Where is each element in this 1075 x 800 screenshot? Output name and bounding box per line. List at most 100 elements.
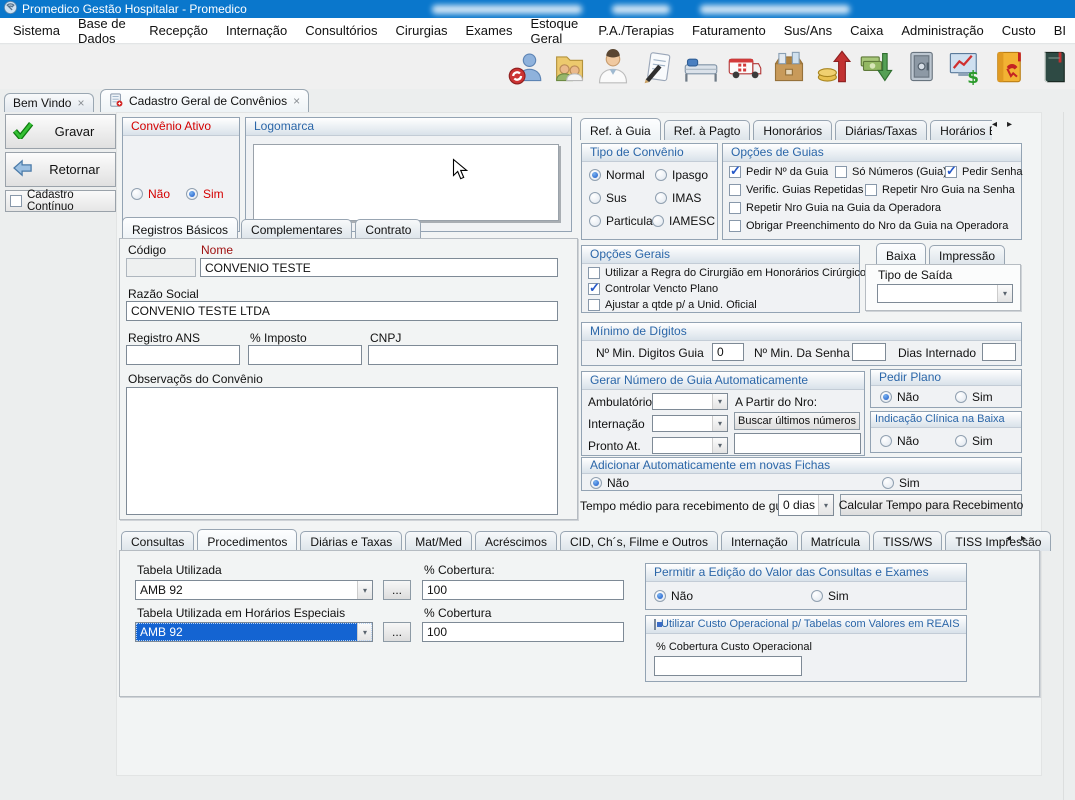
chevron-down-icon[interactable]: ▾ (997, 285, 1012, 302)
nome-field[interactable]: CONVENIO TESTE (200, 258, 558, 277)
checkbox[interactable] (729, 220, 741, 232)
min-digitos-guia-field[interactable]: 0 (712, 343, 744, 361)
menu-sus-ans[interactable]: Sus/Ans (775, 23, 841, 38)
pronto-at-dropdown[interactable]: ▾ (652, 437, 728, 454)
tab-tiss-ws[interactable]: TISS/WS (873, 531, 942, 551)
tab-bem-vindo[interactable]: Bem Vindo × (4, 93, 94, 112)
razao-social-field[interactable]: CONVENIO TESTE LTDA (126, 301, 558, 321)
tempo-medio-dropdown[interactable]: 0 dias ▾ (778, 494, 834, 516)
finance-chart-icon[interactable]: $ (943, 46, 987, 88)
tab-internacao[interactable]: Internação (721, 531, 798, 551)
menu-cirurgias[interactable]: Cirurgias (387, 23, 457, 38)
observacoes-textarea[interactable] (126, 387, 558, 515)
convenio-ativo-nao[interactable]: Não (131, 187, 170, 201)
ambulance-icon[interactable] (723, 46, 767, 88)
menu-estoque-geral[interactable]: Estoque Geral (522, 16, 590, 46)
internacao-dropdown[interactable]: ▾ (652, 415, 728, 432)
cobertura2-field[interactable]: 100 (422, 622, 624, 642)
indicacao-nao[interactable]: Não (880, 434, 919, 448)
indicacao-sim[interactable]: Sim (955, 434, 993, 448)
tabela-especiais-browse-button[interactable]: ... (383, 622, 411, 642)
a-partir-nro-field[interactable] (734, 433, 861, 454)
tab-acrescimos[interactable]: Acréscimos (475, 531, 557, 551)
convenio-ativo-sim[interactable]: Sim (186, 187, 224, 201)
retornar-button[interactable]: Retornar (5, 152, 116, 187)
chk-so-numeros[interactable]: Só Números (Guia) (835, 166, 947, 178)
tab-contrato[interactable]: Contrato (355, 219, 421, 239)
chevron-down-icon[interactable]: ▾ (712, 438, 727, 453)
menu-exames[interactable]: Exames (457, 23, 522, 38)
radio-iamesc[interactable] (652, 215, 664, 227)
checkbox[interactable] (865, 184, 877, 196)
pedir-plano-sim[interactable]: Sim (955, 390, 993, 404)
tab-matricula[interactable]: Matrícula (801, 531, 870, 551)
buscar-numeros-button[interactable]: Buscar últimos números (734, 412, 860, 430)
tab-diarias-taxas[interactable]: Diárias/Taxas (835, 120, 927, 140)
chevron-down-icon[interactable]: ▾ (712, 394, 727, 409)
scroll-right-icon[interactable]: ▸ (1021, 533, 1026, 544)
menu-administracao[interactable]: Administração (892, 23, 992, 38)
cadastro-continuo-checkbox[interactable] (10, 195, 22, 207)
chk-ajustar-qtde[interactable]: Ajustar a qtde p/ a Unid. Oficial (588, 299, 757, 311)
contract-icon[interactable] (635, 46, 679, 88)
tab-honorarios[interactable]: Honorários (753, 120, 832, 140)
adicionar-nao[interactable]: Não (590, 476, 629, 490)
menu-internacao[interactable]: Internação (217, 23, 296, 38)
tab-procedimentos[interactable]: Procedimentos (197, 529, 297, 551)
chevron-down-icon[interactable]: ▾ (357, 581, 372, 599)
tab-mat-med[interactable]: Mat/Med (405, 531, 472, 551)
menu-caixa[interactable]: Caixa (841, 23, 892, 38)
tab-tiss-impressao[interactable]: TISS Impressão (945, 531, 1051, 551)
cobertura-custo-field[interactable] (654, 656, 802, 676)
tab-cid-chs-filme[interactable]: CID, Ch´s, Filme e Outros (560, 531, 718, 551)
dias-internado-field[interactable] (982, 343, 1016, 361)
tab-close-icon[interactable]: × (77, 96, 84, 110)
permitir-sim[interactable]: Sim (811, 589, 849, 603)
phone-book-icon[interactable] (987, 46, 1031, 88)
scroll-left-icon[interactable]: ◂ (992, 119, 997, 130)
gravar-button[interactable]: Gravar (5, 114, 116, 149)
revenue-up-icon[interactable] (811, 46, 855, 88)
tabela-utilizada-dropdown[interactable]: AMB 92 ▾ (135, 580, 373, 600)
safe-icon[interactable] (899, 46, 943, 88)
chevron-down-icon[interactable]: ▾ (357, 623, 372, 641)
radio-particular[interactable] (589, 215, 601, 227)
checkbox[interactable] (729, 202, 741, 214)
chevron-down-icon[interactable]: ▾ (818, 495, 833, 515)
tab-horarios-especiais[interactable]: Horários Especia (930, 120, 992, 140)
radio-imas[interactable] (655, 192, 667, 204)
sync-user-icon[interactable] (503, 46, 547, 88)
tipo-ipasgo[interactable]: Ipasgo (655, 168, 708, 182)
menu-custo[interactable]: Custo (993, 23, 1045, 38)
radio-nao[interactable] (880, 435, 892, 447)
radio-nao[interactable] (654, 590, 666, 602)
pedir-plano-nao[interactable]: Não (880, 390, 919, 404)
scroll-right-icon[interactable]: ▸ (1007, 119, 1012, 130)
registro-ans-field[interactable] (126, 345, 240, 365)
tab-complementares[interactable]: Complementares (241, 219, 352, 239)
imposto-field[interactable] (248, 345, 362, 365)
tabela-browse-button[interactable]: ... (383, 580, 411, 600)
chk-controlar-vencto[interactable]: Controlar Vencto Plano (588, 283, 718, 295)
chevron-down-icon[interactable]: ▾ (712, 416, 727, 431)
tab-impressao[interactable]: Impressão (929, 245, 1005, 265)
chk-obrigar-preenchimento[interactable]: Obrigar Preenchimento do Nro da Guia na … (729, 220, 1008, 232)
tab-consultas[interactable]: Consultas (121, 531, 194, 551)
checkbox[interactable] (588, 299, 600, 311)
logomarca-canvas[interactable] (253, 144, 559, 221)
radio-normal[interactable] (589, 169, 601, 181)
menu-pa-terapias[interactable]: P.A./Terapias (589, 23, 683, 38)
cash-out-icon[interactable] (855, 46, 899, 88)
menu-recepcao[interactable]: Recepção (140, 23, 217, 38)
ambulatorio-dropdown[interactable]: ▾ (652, 393, 728, 410)
radio-sim[interactable] (882, 477, 894, 489)
tipo-normal[interactable]: Normal (589, 168, 645, 182)
cadastro-continuo-toggle[interactable]: Cadastro Contínuo (5, 190, 116, 212)
radio-nao[interactable] (590, 477, 602, 489)
scroll-left-icon[interactable]: ◂ (1006, 533, 1011, 544)
radio-sim[interactable] (186, 188, 198, 200)
menu-sistema[interactable]: Sistema (4, 23, 69, 38)
chk-regra-cirurgiao[interactable]: Utilizar a Regra do Cirurgião em Honorár… (588, 267, 872, 279)
stock-icon[interactable] (767, 46, 811, 88)
doctor-icon[interactable] (591, 46, 635, 88)
